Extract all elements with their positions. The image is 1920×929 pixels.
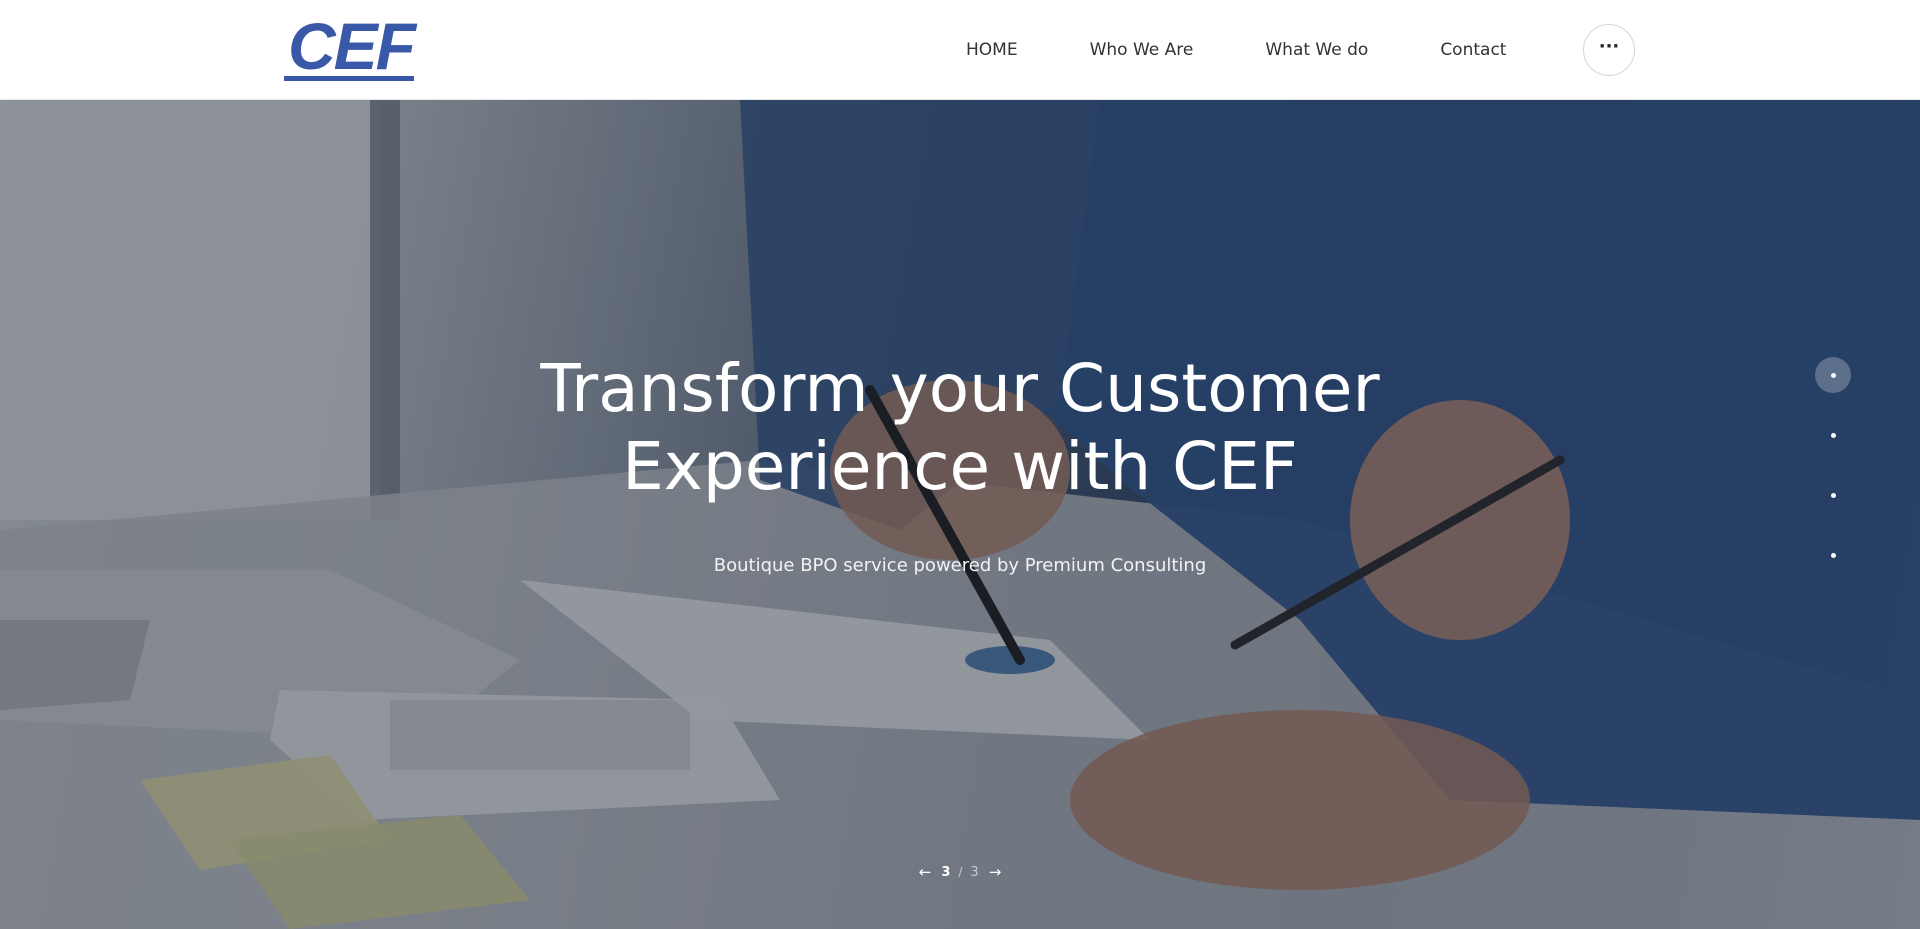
nav-item-what-we-do[interactable]: What We do (1265, 40, 1368, 60)
hero-subtitle: Boutique BPO service powered by Premium … (713, 555, 1207, 576)
hero-title: Transform your Customer Experience with … (460, 350, 1460, 506)
pagination-separator: / (958, 865, 963, 879)
dot-icon (1830, 492, 1836, 498)
site-header: CEF HOME Who We Are What We do Contact ·… (0, 0, 1920, 100)
hero-slider: Transform your Customer Experience with … (0, 100, 1920, 929)
main-nav: HOME Who We Are What We do Contact (930, 0, 1578, 100)
nav-item-contact[interactable]: Contact (1440, 40, 1506, 60)
nav-item-who-we-are[interactable]: Who We Are (1090, 40, 1194, 60)
nav-item-home[interactable]: HOME (966, 40, 1018, 60)
logo-underline (284, 76, 414, 81)
hero-title-line-2: Experience with CEF (622, 428, 1298, 505)
current-slide-number: 3 (941, 864, 951, 880)
arrow-left-icon[interactable]: ← (913, 863, 938, 881)
dot-icon (1830, 432, 1836, 438)
ellipsis-icon: ··· (1598, 36, 1620, 57)
total-slides-number: 3 (970, 864, 979, 880)
arrow-right-icon[interactable]: → (983, 863, 1008, 881)
section-dot-4[interactable] (1815, 537, 1851, 573)
section-dot-2[interactable] (1815, 417, 1851, 453)
slide-pagination: ← 3 / 3 → (900, 860, 1020, 884)
dot-icon (1830, 552, 1836, 558)
hero-title-line-1: Transform your Customer (540, 350, 1380, 427)
section-dot-1[interactable] (1815, 357, 1851, 393)
more-menu-button[interactable]: ··· (1583, 24, 1635, 76)
section-dot-3[interactable] (1815, 477, 1851, 513)
hero-dark-overlay (0, 100, 1920, 929)
section-dots-nav (1815, 357, 1855, 577)
dot-icon (1830, 372, 1836, 378)
cef-logo[interactable]: CEF (284, 9, 416, 84)
logo-text: CEF (288, 9, 416, 83)
